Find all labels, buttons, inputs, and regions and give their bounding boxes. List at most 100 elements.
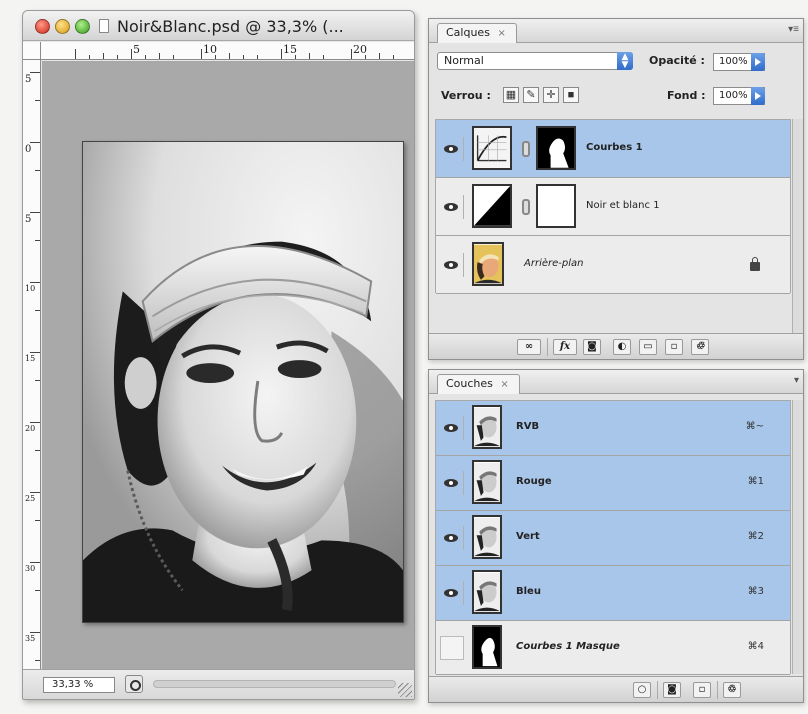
- channels-palette: Couches × ▾ RVB ⌘~ Rouge ⌘1 Vert ⌘2 Bleu…: [428, 369, 804, 703]
- lock-transparency-icon[interactable]: ▦: [503, 87, 519, 103]
- close-tab-icon[interactable]: ×: [500, 379, 508, 390]
- channels-palette-header[interactable]: Couches × ▾: [429, 370, 803, 394]
- channel-row-vert[interactable]: Vert ⌘2: [436, 511, 790, 566]
- visibility-toggle[interactable]: [440, 581, 464, 605]
- layer-mask-thumbnail[interactable]: [536, 126, 576, 170]
- visibility-toggle[interactable]: [440, 416, 464, 440]
- black-white-adjustment-thumbnail[interactable]: [472, 184, 512, 228]
- portrait-thumbnail-icon: [474, 462, 500, 502]
- layer-row-courbes[interactable]: Courbes 1: [436, 120, 790, 178]
- canvas-photo[interactable]: [82, 141, 404, 623]
- lock-paint-icon[interactable]: ✎: [523, 87, 539, 103]
- ruler-origin[interactable]: [23, 42, 41, 60]
- divider: [657, 681, 658, 699]
- minimize-window-button[interactable]: [55, 19, 70, 34]
- layer-row-noir-et-blanc[interactable]: Noir et blanc 1: [436, 178, 790, 236]
- opacity-field[interactable]: 100%: [713, 53, 765, 71]
- close-window-button[interactable]: [35, 19, 50, 34]
- fill-field[interactable]: 100%: [713, 87, 765, 105]
- ruler-tick: [379, 53, 380, 59]
- trash-icon[interactable]: ♲: [691, 339, 709, 355]
- lock-row: Verrou : ▦ ✎ ✛ ■ Fond : 100%: [429, 81, 803, 111]
- link-chain-icon[interactable]: [522, 199, 530, 215]
- layer-mask-thumbnail[interactable]: [536, 184, 576, 228]
- visibility-toggle[interactable]: [440, 195, 464, 219]
- channels-scrollbar[interactable]: [792, 400, 803, 674]
- channel-name: Bleu: [516, 586, 541, 597]
- portrait-thumbnail-icon: [474, 407, 500, 447]
- visibility-toggle[interactable]: [440, 137, 464, 161]
- trash-icon[interactable]: ♲: [723, 682, 741, 698]
- close-tab-icon[interactable]: ×: [497, 28, 505, 39]
- adjustment-layer-icon[interactable]: ◐: [613, 339, 631, 355]
- layers-scrollbar[interactable]: [792, 119, 803, 333]
- visibility-toggle[interactable]: [440, 636, 464, 660]
- mask-silhouette-icon: [474, 627, 500, 667]
- ruler-tick: [30, 492, 40, 493]
- vertical-ruler[interactable]: 5 0 5 10 15 20 25 30 35: [23, 60, 41, 669]
- add-mask-icon[interactable]: ◙: [583, 339, 601, 355]
- load-selection-icon[interactable]: ○: [633, 682, 651, 698]
- channel-shortcut: ⌘~: [745, 421, 764, 432]
- lock-icon: [750, 257, 760, 271]
- palette-menu-icon[interactable]: ▾≡: [788, 24, 799, 35]
- zoom-level-field[interactable]: 33,33 %: [43, 677, 115, 693]
- ruler-label: 20: [25, 424, 36, 433]
- horizontal-scrollbar[interactable]: [153, 680, 396, 688]
- channel-row-bleu[interactable]: Bleu ⌘3: [436, 566, 790, 621]
- palette-menu-icon[interactable]: ▾: [794, 375, 799, 386]
- lock-all-icon[interactable]: ■: [563, 87, 579, 103]
- fill-slider-arrow-icon[interactable]: [751, 87, 765, 105]
- channel-thumbnail: [472, 460, 502, 504]
- channel-thumbnail: [472, 625, 502, 669]
- ruler-tick: [173, 55, 174, 59]
- layers-list: Courbes 1 Noir et blanc 1 Arrière-plan: [435, 119, 791, 294]
- document-proxy-icon[interactable]: [99, 19, 109, 33]
- channels-bottom-bar: ○ ◙ ▫ ♲: [429, 676, 803, 702]
- mask-silhouette-icon: [538, 128, 574, 168]
- curves-adjustment-thumbnail[interactable]: [472, 126, 512, 170]
- channel-row-rouge[interactable]: Rouge ⌘1: [436, 456, 790, 511]
- ruler-tick: [30, 282, 40, 283]
- save-selection-icon[interactable]: ◙: [663, 682, 681, 698]
- new-channel-icon[interactable]: ▫: [693, 682, 711, 698]
- ruler-tick: [35, 660, 40, 661]
- link-layers-icon[interactable]: ∞: [517, 339, 541, 355]
- lock-position-icon[interactable]: ✛: [543, 87, 559, 103]
- link-chain-icon[interactable]: [522, 141, 530, 157]
- document-info-button[interactable]: [125, 675, 143, 693]
- layer-name: Courbes 1: [586, 142, 643, 153]
- visibility-toggle[interactable]: [440, 471, 464, 495]
- opacity-slider-arrow-icon[interactable]: [751, 53, 765, 71]
- ruler-label: 5: [133, 43, 140, 56]
- ruler-tick: [35, 590, 40, 591]
- ruler-label: 5: [25, 74, 32, 85]
- ruler-tick: [35, 450, 40, 451]
- document-titlebar[interactable]: Noir&Blanc.psd @ 33,3% (...: [23, 11, 414, 41]
- document-window[interactable]: Noir&Blanc.psd @ 33,3% (... 5 10 15 20 5…: [22, 10, 415, 700]
- resize-grip-icon[interactable]: [398, 683, 412, 697]
- visibility-toggle[interactable]: [440, 526, 464, 550]
- channels-list: RVB ⌘~ Rouge ⌘1 Vert ⌘2 Bleu ⌘3 Courbes …: [435, 400, 791, 675]
- ruler-label: 35: [25, 634, 36, 643]
- tab-channels[interactable]: Couches ×: [437, 374, 520, 394]
- fx-button[interactable]: fx: [553, 339, 577, 355]
- ruler-label: 15: [283, 43, 297, 56]
- status-bar: 33,33 %: [23, 669, 414, 699]
- zoom-window-button[interactable]: [75, 19, 90, 34]
- channel-row-courbes-masque[interactable]: Courbes 1 Masque ⌘4: [436, 621, 790, 675]
- blend-mode-select[interactable]: Normal ▲ ▼: [437, 52, 633, 70]
- channel-row-rvb[interactable]: RVB ⌘~: [436, 401, 790, 456]
- ruler-tick: [35, 240, 40, 241]
- tab-layers[interactable]: Calques ×: [437, 23, 517, 43]
- new-group-icon[interactable]: ▭: [639, 339, 657, 355]
- background-layer-thumbnail[interactable]: [472, 242, 504, 286]
- layer-row-arriere-plan[interactable]: Arrière-plan: [436, 236, 790, 294]
- layers-palette-header[interactable]: Calques × ▾≡: [429, 19, 803, 43]
- eye-icon: [444, 479, 458, 487]
- ruler-tick: [30, 632, 40, 633]
- horizontal-ruler[interactable]: 5 10 15 20: [41, 42, 414, 60]
- pasteboard[interactable]: [42, 61, 414, 669]
- new-layer-icon[interactable]: ▫: [665, 339, 683, 355]
- visibility-toggle[interactable]: [440, 253, 464, 277]
